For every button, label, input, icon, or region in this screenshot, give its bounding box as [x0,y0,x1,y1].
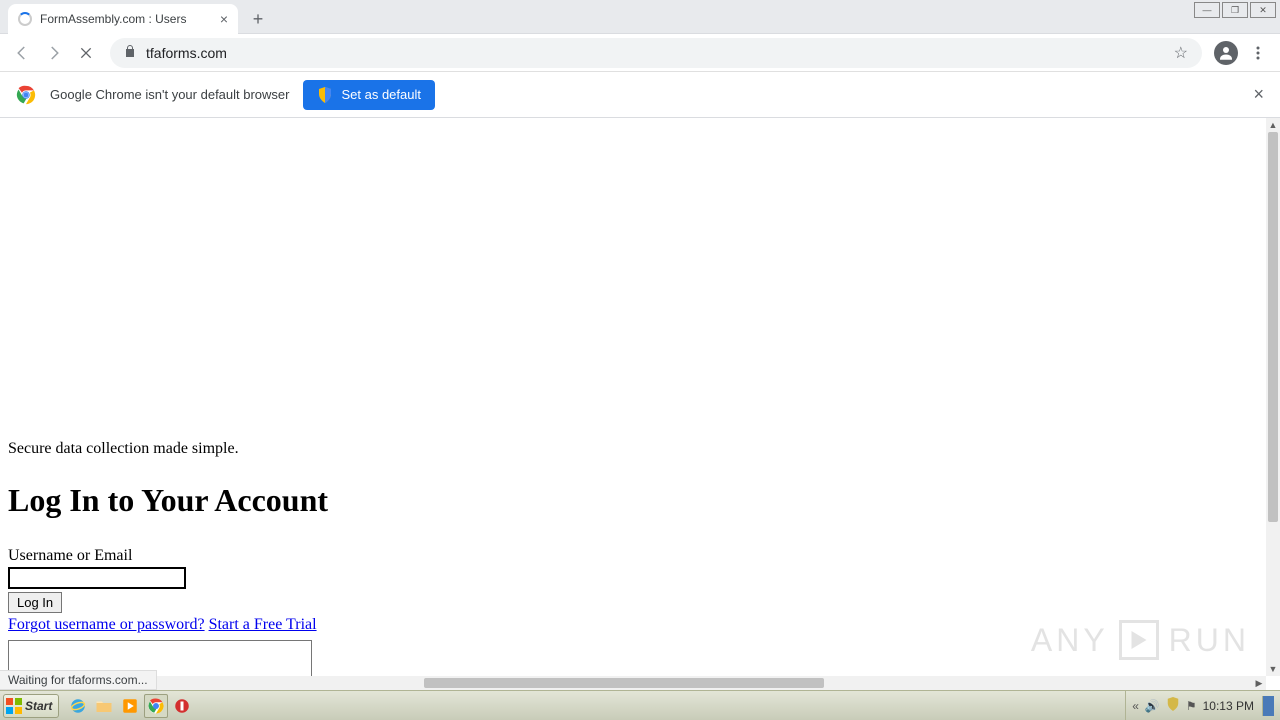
window-maximize-button[interactable]: ❐ [1222,2,1248,18]
loading-spinner-icon [18,12,32,26]
page-viewport: Secure data collection made simple. Log … [0,118,1266,676]
browser-tab[interactable]: FormAssembly.com : Users × [8,4,238,34]
back-button[interactable] [8,39,36,67]
login-links: Forgot username or password? Start a Fre… [8,616,1258,634]
forward-button[interactable] [40,39,68,67]
start-label: Start [25,699,52,713]
taskbar-chrome-icon[interactable] [144,694,168,718]
windows-taskbar: Start « 🔊 ⚑ 10:13 PM [0,690,1280,720]
set-default-label: Set as default [341,87,421,102]
arrow-left-icon [13,44,31,62]
url-text: tfaforms.com [146,45,1164,61]
browser-toolbar: tfaforms.com ☆ [0,34,1280,72]
window-controls: — ❐ ✕ [1194,2,1276,18]
infobar-close-icon[interactable]: × [1253,84,1264,105]
tab-title: FormAssembly.com : Users [40,12,212,26]
close-icon [78,45,94,61]
vertical-scroll-thumb[interactable] [1268,132,1278,522]
windows-logo-icon [6,698,22,714]
status-text: Waiting for tfaforms.com... [8,673,148,687]
volume-icon[interactable]: 🔊 [1145,699,1160,713]
infobar-message: Google Chrome isn't your default browser [50,87,289,102]
horizontal-scroll-track[interactable] [14,676,1252,690]
bookmark-star-icon[interactable]: ☆ [1174,43,1188,63]
taskbar-stop-icon[interactable] [170,694,194,718]
default-browser-infobar: Google Chrome isn't your default browser… [0,72,1280,118]
taskbar-media-icon[interactable] [118,694,142,718]
username-label: Username or Email [8,547,1258,565]
username-input[interactable] [8,567,186,589]
browser-tab-strip-area: — ❐ ✕ FormAssembly.com : Users × + [0,0,1280,34]
vertical-scrollbar[interactable]: ▲ ▼ [1266,118,1280,676]
tab-strip: FormAssembly.com : Users × + [8,4,272,34]
chrome-logo-icon [16,85,36,105]
scroll-up-arrow-icon[interactable]: ▲ [1266,118,1280,132]
page-content: Secure data collection made simple. Log … [0,118,1266,676]
shield-icon [317,87,333,103]
horizontal-scroll-thumb[interactable] [424,678,824,688]
profile-button[interactable] [1212,39,1240,67]
flag-icon[interactable]: ⚑ [1186,699,1197,713]
quick-launch [66,694,194,718]
avatar-icon [1214,41,1238,65]
taskbar-ie-icon[interactable] [66,694,90,718]
tab-close-icon[interactable]: × [220,11,228,27]
start-trial-link[interactable]: Start a Free Trial [209,616,317,633]
vertical-scroll-track[interactable] [1266,132,1280,662]
arrow-right-icon [45,44,63,62]
address-bar[interactable]: tfaforms.com ☆ [110,38,1202,68]
horizontal-scrollbar[interactable]: ◀ ▶ [0,676,1266,690]
scroll-down-arrow-icon[interactable]: ▼ [1266,662,1280,676]
forgot-password-link[interactable]: Forgot username or password? [8,616,205,633]
tray-expand-icon[interactable]: « [1132,699,1139,713]
taskbar-clock[interactable]: 10:13 PM [1203,699,1254,713]
login-button[interactable]: Log In [8,592,62,613]
chrome-menu-button[interactable] [1244,39,1272,67]
show-desktop-button[interactable] [1262,696,1274,716]
browser-status-bar: Waiting for tfaforms.com... [0,670,157,690]
taskbar-explorer-icon[interactable] [92,694,116,718]
scroll-right-arrow-icon[interactable]: ▶ [1252,676,1266,690]
new-tab-button[interactable]: + [244,5,272,33]
tray-shield-icon[interactable] [1166,697,1180,714]
stop-button[interactable] [72,39,100,67]
system-tray: « 🔊 ⚑ 10:13 PM [1125,691,1280,720]
login-heading: Log In to Your Account [8,482,1258,519]
set-default-button[interactable]: Set as default [303,80,435,110]
lock-icon [124,44,136,61]
start-button[interactable]: Start [3,694,59,718]
window-close-button[interactable]: ✕ [1250,2,1276,18]
tagline-text: Secure data collection made simple. [8,440,1258,458]
window-minimize-button[interactable]: — [1194,2,1220,18]
kebab-menu-icon [1250,45,1266,61]
